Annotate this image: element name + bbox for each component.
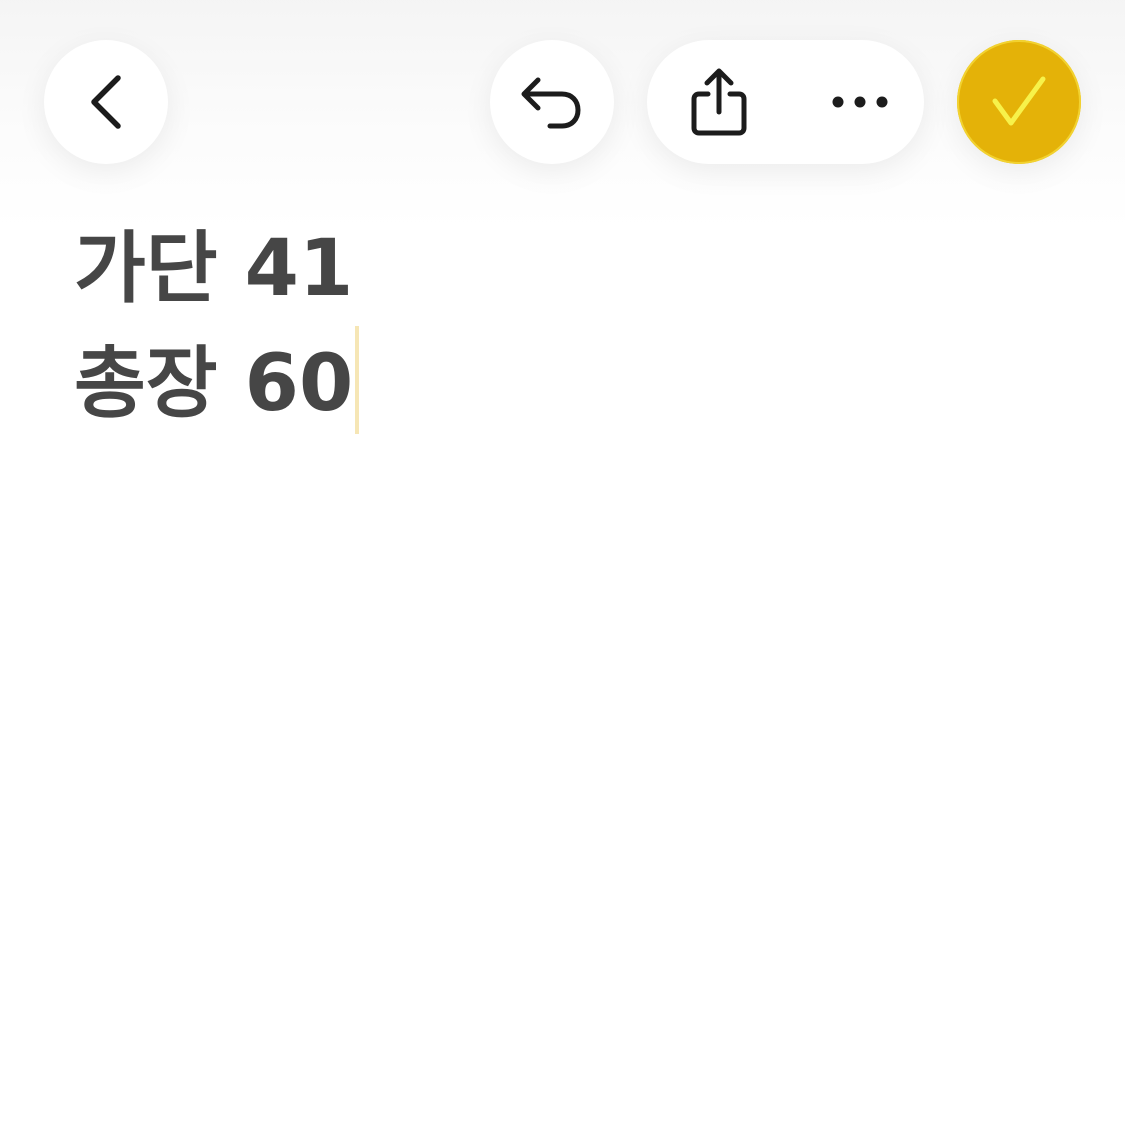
share-button[interactable] <box>669 52 769 152</box>
text-cursor <box>355 326 360 434</box>
ellipsis-icon <box>832 96 888 108</box>
undo-button[interactable] <box>490 40 614 164</box>
undo-arrow-icon <box>521 77 581 129</box>
done-button[interactable] <box>957 40 1081 164</box>
more-button[interactable] <box>810 52 910 152</box>
checkmark-icon <box>992 76 1046 126</box>
share-icon <box>691 68 747 136</box>
back-button[interactable] <box>44 40 168 164</box>
chevron-left-icon <box>91 75 121 129</box>
notes-editor-screen: 가단 41 총장 60 <box>0 0 1125 1125</box>
note-line-2-text: 총장 60 <box>74 339 354 429</box>
actions-group <box>647 40 924 164</box>
note-line-2: 총장 60 <box>74 326 1054 441</box>
note-line-1: 가단 41 <box>74 224 354 314</box>
note-text-area[interactable]: 가단 41 총장 60 <box>74 212 1054 441</box>
